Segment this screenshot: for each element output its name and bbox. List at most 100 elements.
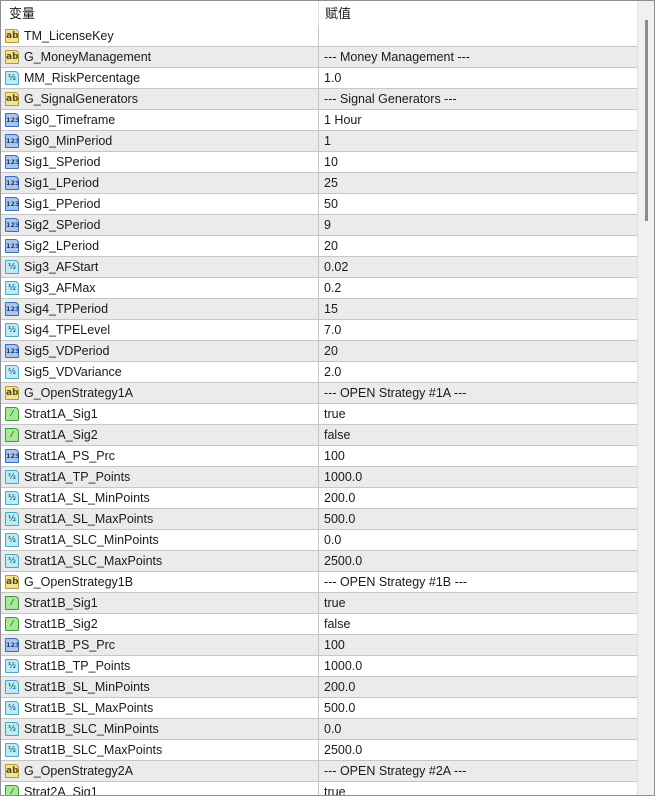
table-row[interactable]: ½ Strat1A_SL_MinPoints 200.0 (1, 488, 637, 509)
boolean-type-icon: ⁄ (5, 785, 19, 795)
variable-value[interactable]: 50 (324, 194, 338, 214)
boolean-type-icon: ⁄ (5, 596, 19, 610)
table-row[interactable]: ½ Strat1A_SLC_MaxPoints 2500.0 (1, 551, 637, 572)
variable-value[interactable]: 500.0 (324, 509, 355, 529)
table-row[interactable]: ½ Strat1A_TP_Points 1000.0 (1, 467, 637, 488)
variable-value[interactable]: 0.02 (324, 257, 348, 277)
variable-value[interactable]: 1000.0 (324, 656, 362, 676)
variable-value[interactable]: --- OPEN Strategy #1B --- (324, 572, 467, 592)
cell-divider (318, 362, 319, 382)
cell-divider (318, 110, 319, 130)
table-row[interactable]: 123 Sig5_VDPeriod 20 (1, 341, 637, 362)
variable-name: G_OpenStrategy1B (24, 575, 134, 589)
variable-value[interactable]: 20 (324, 236, 338, 256)
table-row[interactable]: 123 Sig1_SPeriod 10 (1, 152, 637, 173)
variable-value[interactable]: 9 (324, 215, 331, 235)
table-row[interactable]: ½ Sig3_AFMax 0.2 (1, 278, 637, 299)
table-row[interactable]: ½ Sig4_TPELevel 7.0 (1, 320, 637, 341)
double-type-icon: ½ (5, 659, 19, 673)
column-divider[interactable] (318, 1, 319, 26)
table-row[interactable]: ⁄ Strat1B_Sig2 false (1, 614, 637, 635)
table-row[interactable]: ab G_OpenStrategy2A --- OPEN Strategy #2A … (1, 761, 637, 782)
variable-value[interactable]: 2.0 (324, 362, 341, 382)
variable-name: Strat2A_Sig1 (24, 785, 98, 796)
variable-value[interactable]: 10 (324, 152, 338, 172)
table-row[interactable]: 123 Sig1_LPeriod 25 (1, 173, 637, 194)
variable-value[interactable]: --- OPEN Strategy #1A --- (324, 383, 466, 403)
variable-name: Strat1B_TP_Points (24, 659, 131, 673)
variable-value[interactable]: 0.0 (324, 719, 341, 739)
vertical-scrollbar[interactable] (637, 1, 654, 795)
variable-name: Strat1A_SLC_MaxPoints (24, 554, 163, 568)
table-row[interactable]: ab TM_LicenseKey (1, 26, 637, 47)
variable-value[interactable]: 7.0 (324, 320, 341, 340)
variable-name: Sig2_LPeriod (24, 239, 100, 253)
variable-value[interactable]: 0.2 (324, 278, 341, 298)
variable-value[interactable]: 1 Hour (324, 110, 362, 130)
variable-value[interactable]: 2500.0 (324, 740, 362, 760)
variable-value[interactable]: 1.0 (324, 68, 341, 88)
table-row[interactable]: 123 Sig1_PPeriod 50 (1, 194, 637, 215)
variable-value[interactable]: true (324, 782, 346, 795)
table-row[interactable]: ½ Strat1A_SL_MaxPoints 500.0 (1, 509, 637, 530)
table-row[interactable]: ⁄ Strat1A_Sig2 false (1, 425, 637, 446)
variable-value[interactable]: 2500.0 (324, 551, 362, 571)
table-row[interactable]: ⁄ Strat2A_Sig1 true (1, 782, 637, 796)
variable-value[interactable]: 20 (324, 341, 338, 361)
table-row[interactable]: ½ MM_RiskPercentage 1.0 (1, 68, 637, 89)
variable-value[interactable]: true (324, 404, 346, 424)
column-header-variable[interactable]: 变量 (9, 1, 35, 26)
table-row[interactable]: ab G_OpenStrategy1A --- OPEN Strategy #1A … (1, 383, 637, 404)
column-header-value[interactable]: 赋值 (325, 1, 351, 26)
variable-value[interactable]: 0.0 (324, 530, 341, 550)
variable-value[interactable]: true (324, 593, 346, 613)
table-row[interactable]: 123 Strat1B_PS_Prc 100 (1, 635, 637, 656)
table-row[interactable]: ½ Sig3_AFStart 0.02 (1, 257, 637, 278)
variable-value[interactable]: 100 (324, 635, 345, 655)
cell-divider (318, 383, 319, 403)
variable-value[interactable]: 15 (324, 299, 338, 319)
variable-value[interactable]: 200.0 (324, 677, 355, 697)
table-row[interactable]: ½ Strat1B_SLC_MaxPoints 2500.0 (1, 740, 637, 761)
double-type-icon: ½ (5, 491, 19, 505)
variable-value[interactable]: 200.0 (324, 488, 355, 508)
cell-divider (318, 488, 319, 508)
variable-value[interactable]: 25 (324, 173, 338, 193)
table-row[interactable]: 123 Sig0_MinPeriod 1 (1, 131, 637, 152)
table-row[interactable]: ½ Strat1A_SLC_MinPoints 0.0 (1, 530, 637, 551)
variable-name: Strat1A_Sig2 (24, 428, 98, 442)
table-row[interactable]: ⁄ Strat1B_Sig1 true (1, 593, 637, 614)
table-row[interactable]: ½ Strat1B_SL_MinPoints 200.0 (1, 677, 637, 698)
table-row[interactable]: ½ Strat1B_TP_Points 1000.0 (1, 656, 637, 677)
table-row[interactable]: ½ Strat1B_SL_MaxPoints 500.0 (1, 698, 637, 719)
double-type-icon: ½ (5, 260, 19, 274)
cell-divider (318, 47, 319, 67)
table-row[interactable]: 123 Sig2_SPeriod 9 (1, 215, 637, 236)
variable-value[interactable]: --- Money Management --- (324, 47, 470, 67)
variable-value[interactable]: --- OPEN Strategy #2A --- (324, 761, 466, 781)
variable-value[interactable]: 1 (324, 131, 331, 151)
table-row[interactable]: 123 Sig0_Timeframe 1 Hour (1, 110, 637, 131)
variable-value[interactable]: 100 (324, 446, 345, 466)
boolean-type-icon: ⁄ (5, 617, 19, 631)
table-row[interactable]: ½ Strat1B_SLC_MinPoints 0.0 (1, 719, 637, 740)
cell-divider (318, 341, 319, 361)
table-row[interactable]: ½ Sig5_VDVariance 2.0 (1, 362, 637, 383)
table-row[interactable]: ab G_OpenStrategy1B --- OPEN Strategy #1B … (1, 572, 637, 593)
integer-type-icon: 123 (5, 113, 20, 127)
table-row[interactable]: 123 Sig4_TPPeriod 15 (1, 299, 637, 320)
variable-value[interactable]: false (324, 425, 350, 445)
variable-name: Sig1_PPeriod (24, 197, 101, 211)
table-row[interactable]: ab G_MoneyManagement --- Money Management … (1, 47, 637, 68)
table-row[interactable]: ⁄ Strat1A_Sig1 true (1, 404, 637, 425)
variable-value[interactable]: false (324, 614, 350, 634)
variable-name: Strat1A_SL_MaxPoints (24, 512, 154, 526)
variable-value[interactable]: 500.0 (324, 698, 355, 718)
table-row[interactable]: ab G_SignalGenerators --- Signal Generator… (1, 89, 637, 110)
table-row[interactable]: 123 Strat1A_PS_Prc 100 (1, 446, 637, 467)
integer-type-icon: 123 (5, 239, 20, 253)
variable-value[interactable]: --- Signal Generators --- (324, 89, 457, 109)
variable-value[interactable]: 1000.0 (324, 467, 362, 487)
table-row[interactable]: 123 Sig2_LPeriod 20 (1, 236, 637, 257)
scrollbar-thumb[interactable] (645, 20, 648, 221)
